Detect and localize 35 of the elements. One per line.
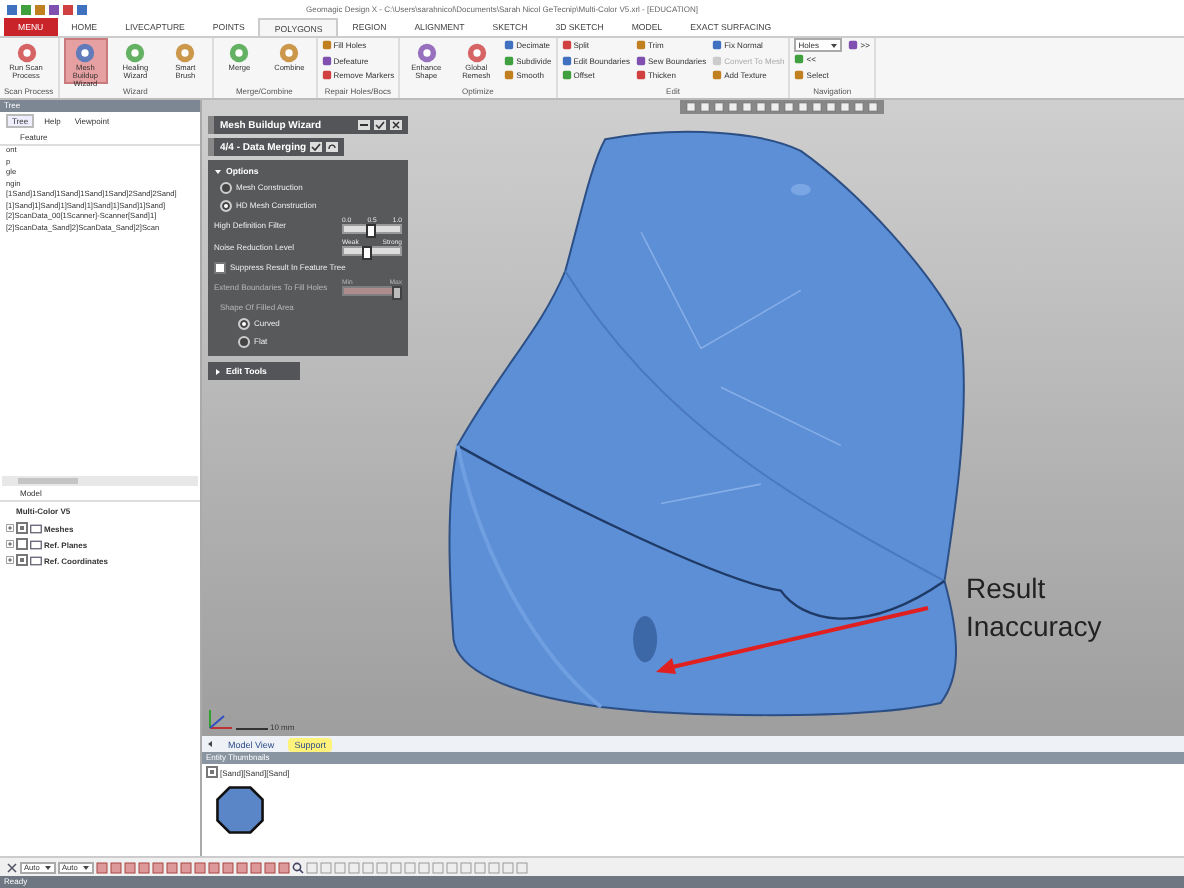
- expand-icon[interactable]: [6, 556, 14, 564]
- radio-button[interactable]: [220, 199, 232, 211]
- tool-icon: [848, 40, 859, 51]
- expand-icon[interactable]: [214, 367, 222, 375]
- checkbox[interactable]: [214, 261, 226, 273]
- caret-icon[interactable]: [44, 863, 52, 871]
- undo-icon[interactable]: [326, 142, 339, 152]
- visibility-checkbox[interactable]: [16, 522, 28, 534]
- snap-icon[interactable]: [6, 861, 18, 873]
- check-icon[interactable]: [374, 120, 386, 130]
- thumbnail-checkbox[interactable]: [206, 766, 218, 778]
- scroll-bar[interactable]: [2, 476, 198, 486]
- visibility-checkbox[interactable]: [16, 538, 28, 550]
- thumbnail-drawing[interactable]: [214, 784, 266, 836]
- close-icon[interactable]: [390, 120, 402, 130]
- slider-track[interactable]: [342, 224, 402, 234]
- slider-thumb[interactable]: [365, 224, 376, 238]
- expand-icon[interactable]: [214, 167, 222, 175]
- search-icon[interactable]: [292, 861, 304, 873]
- minimize-icon[interactable]: [358, 120, 370, 130]
- slider-track[interactable]: [342, 246, 402, 256]
- expand-icon[interactable]: [6, 540, 14, 548]
- tool-icon: [74, 42, 97, 64]
- radio-button[interactable]: [238, 317, 250, 329]
- annotation-text: Result Inaccuracy: [966, 570, 1104, 646]
- slider-thumb[interactable]: [362, 246, 373, 260]
- scale-bar: [236, 728, 268, 730]
- visibility-checkbox[interactable]: [16, 554, 28, 566]
- axis-triad-icon: [206, 708, 234, 732]
- radio-button[interactable]: [238, 335, 250, 347]
- check-icon[interactable]: [310, 142, 323, 152]
- caret-icon[interactable]: [82, 863, 90, 871]
- radio-button[interactable]: [220, 181, 232, 193]
- expand-icon[interactable]: [6, 524, 14, 532]
- tab-scroll-icon[interactable]: [206, 740, 214, 748]
